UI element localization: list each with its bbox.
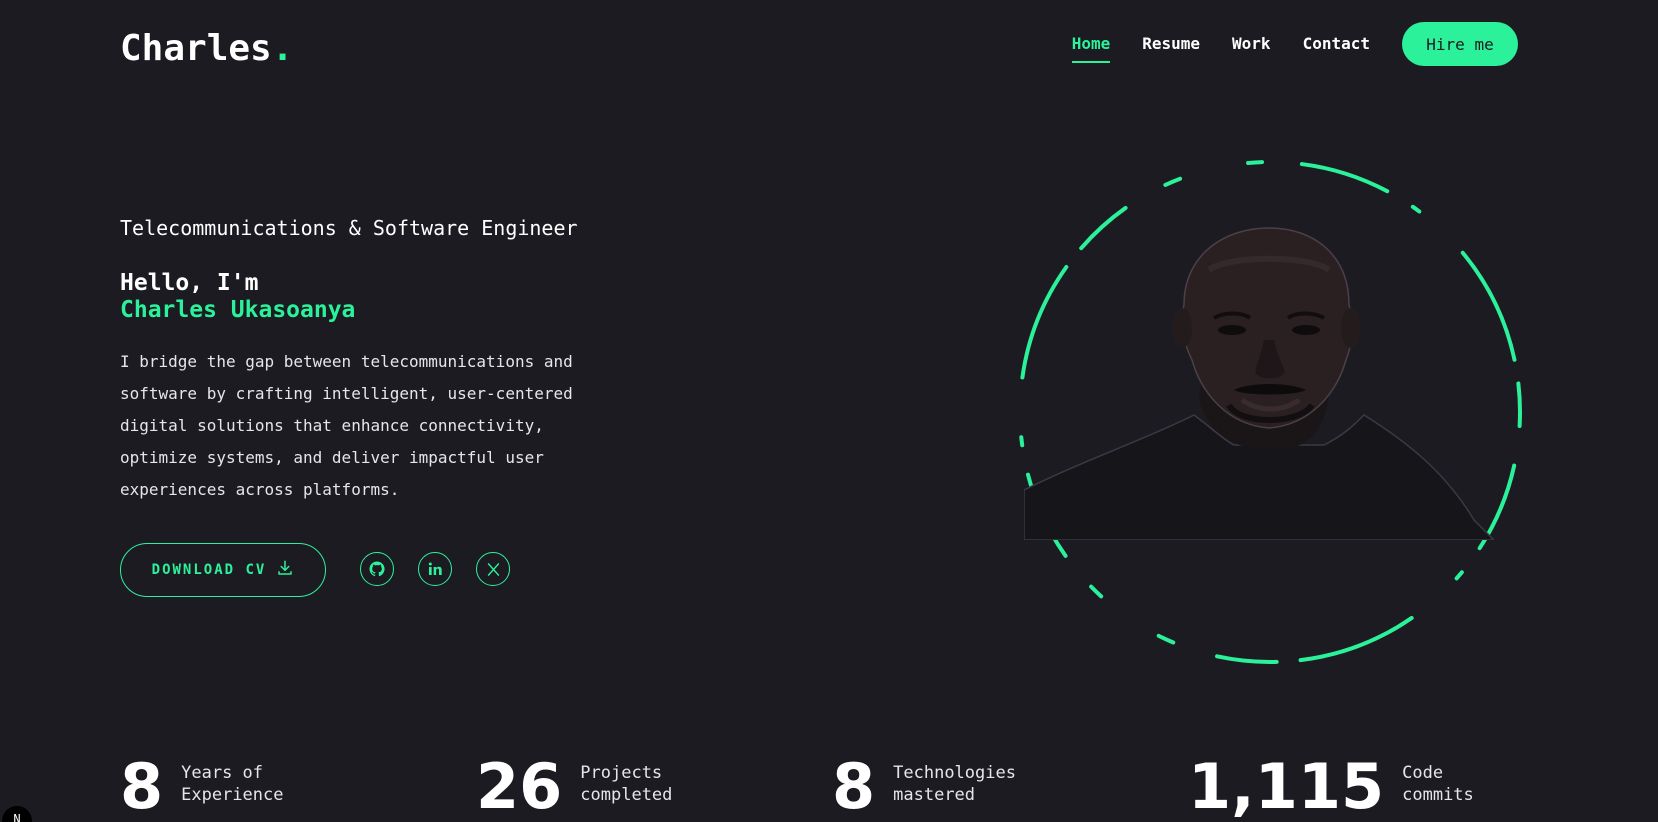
hire-me-button[interactable]: Hire me: [1402, 22, 1518, 66]
stat-label: Projects completed: [580, 763, 673, 805]
dev-tools-badge[interactable]: N: [2, 806, 32, 822]
nav-home[interactable]: Home: [1071, 34, 1111, 63]
portrait-container: [1010, 152, 1530, 672]
stat-commits: 1,115 Code commits: [1188, 748, 1492, 822]
stat-value: 26: [476, 750, 563, 822]
hero-name: Charles Ukasoanya: [120, 297, 356, 323]
stat-value: 8: [832, 750, 876, 822]
social-links: [360, 552, 510, 586]
github-icon[interactable]: [360, 552, 394, 586]
hero-intro: I bridge the gap between telecommunicati…: [120, 352, 573, 499]
hero-tagline: Telecommunications & Software Engineer: [120, 216, 578, 240]
stat-value: 1,115: [1188, 750, 1385, 822]
portfolio-page: Charles. Home Resume Work Contact Hire m…: [0, 0, 1658, 822]
linkedin-icon[interactable]: [418, 552, 452, 586]
stat-value: 8: [120, 750, 164, 822]
x-icon[interactable]: [476, 552, 510, 586]
hero-heading: Hello, I'm Charles Ukasoanya: [120, 270, 355, 324]
stat-label: Technologies mastered: [893, 763, 1016, 805]
stat-label: Years of Experience: [181, 763, 284, 805]
nav-resume[interactable]: Resume: [1142, 34, 1200, 63]
profile-photo: [1024, 227, 1494, 540]
stat-technologies: 8 Technologies mastered: [832, 748, 1023, 822]
nav-work[interactable]: Work: [1232, 34, 1271, 63]
download-icon: [276, 559, 294, 581]
logo-dot: .: [271, 28, 294, 69]
stat-label: Code commits: [1402, 763, 1474, 805]
logo-text: Charles: [120, 28, 272, 69]
main-nav: Home Resume Work Contact Hire me: [1071, 22, 1518, 66]
nav-contact[interactable]: Contact: [1303, 34, 1370, 63]
hero-greeting: Hello, I'm: [120, 270, 259, 296]
download-cv-button[interactable]: DOWNLOAD CV: [120, 543, 326, 597]
stat-years: 8 Years of Experience: [120, 748, 311, 822]
site-logo[interactable]: Charles.: [120, 28, 293, 69]
stat-projects: 26 Projects completed: [476, 748, 710, 822]
download-cv-label: DOWNLOAD CV: [151, 562, 267, 578]
